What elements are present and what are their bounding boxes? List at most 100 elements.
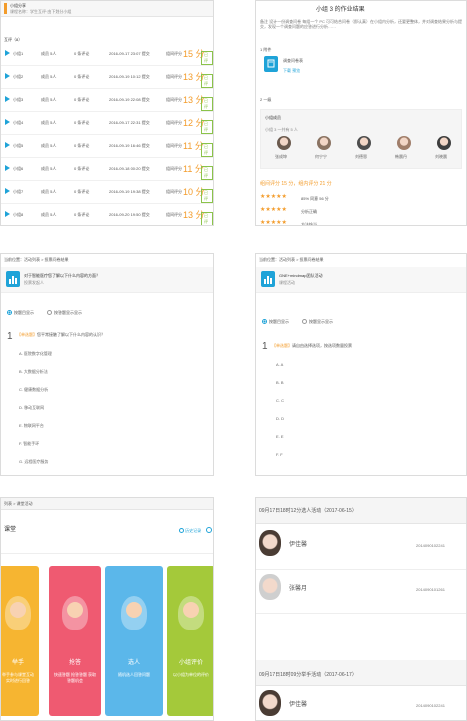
review-button[interactable]: 已评 <box>201 143 213 157</box>
review-button[interactable]: 已评 <box>201 97 213 111</box>
option-item: C. C <box>276 398 284 403</box>
comment-count: 0 条评论 <box>74 51 90 56</box>
expand-icon[interactable] <box>5 73 10 79</box>
review-button[interactable]: 已评 <box>201 51 213 65</box>
card-title: 抢答 <box>68 660 81 666</box>
option-item: A. A <box>276 362 284 367</box>
avatar <box>259 530 281 556</box>
table-row[interactable]: 小组3 成员 5人 0 条评论 2016-09-19 22:08 提交 组间评分 13 分… <box>1 89 213 112</box>
mode-by-question[interactable]: 按题目显示 <box>262 319 289 325</box>
review-button[interactable]: 已评 <box>201 212 213 225</box>
card-desc: 随机选人回答问题 <box>118 672 150 677</box>
card-title: 小组评价 <box>178 660 203 666</box>
group-list-panel: 小组分享 课程名称：学生互评·由下划分小组 互评（8） 小组1 成员 5人 0 条评… <box>0 0 214 226</box>
table-row[interactable]: 小组5 成员 5人 0 条评论 2016-09-19 16:46 提交 组间评分 11 分… <box>1 135 213 158</box>
score-label: 组间评分 <box>166 166 182 171</box>
activity-card[interactable]: 小组评价 以小组为单位的评价 <box>167 566 213 716</box>
members-title: 小组成员 <box>265 115 281 120</box>
submit-date: 2016-09-19 22:08 提交 <box>109 97 150 102</box>
option-item: B. B <box>276 380 284 385</box>
person-name: 伊佳馨 <box>289 702 308 708</box>
file-icon[interactable] <box>264 56 278 72</box>
section-title: 互评（8） <box>4 37 23 42</box>
vote-result-panel-2: 当前位置：活动列表 > 投票问卷结果 GNE+mindmap团队活动 课程活动 … <box>255 253 467 476</box>
list-item[interactable]: 伊佳馨 2014090102241 <box>256 686 466 720</box>
review-button[interactable]: 已评 <box>201 74 213 88</box>
group-name: 小组3 <box>13 97 24 102</box>
member-count: 成员 5人 <box>41 97 57 102</box>
activity-panel: 列表 > 课堂活动 课堂 历史记录 举手 举手参与课堂互动 实时进行回答 抢答 快速答… <box>0 497 214 721</box>
table-row[interactable]: 小组6 成员 5人 0 条评论 2016-09-18 00:20 提交 组间评分 11 分… <box>1 158 213 181</box>
mode-by-question[interactable]: 按题目显示 <box>7 310 34 316</box>
vote-header: GNE+mindmap团队活动 课程活动 <box>256 267 466 293</box>
expand-icon[interactable] <box>5 165 10 171</box>
filter-icon[interactable] <box>206 527 212 533</box>
group-title-2: 09月17日18时09分举手活动（2017-06-17） <box>259 672 357 678</box>
group-header-2: 09月17日18时09分举手活动（2017-06-17） <box>256 660 466 686</box>
activity-card[interactable]: 选人随机选人回答问题 <box>105 566 163 716</box>
person-id: 2014090101261 <box>416 587 445 592</box>
table-row[interactable]: 小组4 成员 5人 0 条评论 2016-09-17 22:31 提交 组间评分 12 分… <box>1 112 213 135</box>
member-count: 成员 5人 <box>41 51 57 56</box>
mode-by-answer[interactable]: 按答题显示显示 <box>47 310 82 316</box>
result-intro: 备注 设计一份调查问卷 每组一个 PC 可可结合问卷（即认真）在小组内分析，还要… <box>260 19 462 29</box>
table-row[interactable]: 小组8 成员 5人 0 条评论 2016-09-20 19:50 提交 组间评分 13 分… <box>1 204 213 225</box>
option-item: F. 智能手环 <box>19 441 40 446</box>
member-name: 何宁宁 <box>315 154 327 159</box>
section-2-label: 2 一级 <box>260 97 272 102</box>
submit-date: 2016-09-19 10:12 提交 <box>109 74 150 79</box>
mode-by-answer[interactable]: 按题显示显示 <box>302 319 333 325</box>
option-item: E. 物联网平台 <box>19 423 44 428</box>
review-button[interactable]: 已评 <box>201 189 213 203</box>
score-label: 组间评分 <box>166 143 182 148</box>
person-id: 2014090102241 <box>416 543 445 548</box>
table-row[interactable]: 小组1 成员 5人 0 条评论 2016-09-17 23:07 提交 组间评分 15 分… <box>1 43 213 66</box>
member-count: 成员 5人 <box>41 166 57 171</box>
group-name: 小组2 <box>13 74 24 79</box>
breadcrumb[interactable]: 当前位置：活动列表 > 投票问卷结果 <box>259 257 324 262</box>
card-title: 选人 <box>127 660 140 666</box>
activity-card[interactable]: 抢答 快速答题 抢答答题 获取答题机会 <box>49 566 101 716</box>
option-item: D. D <box>276 416 284 421</box>
history-link[interactable]: 历史记录 <box>179 528 201 534</box>
question-number: 1 <box>262 341 268 352</box>
score-label: 组间评分 <box>166 74 182 79</box>
table-row[interactable]: 小组7 成员 5人 0 条评论 2016-09-19 19:38 提交 组间评分 10 分… <box>1 181 213 204</box>
review-button[interactable]: 已评 <box>201 120 213 134</box>
table-row[interactable]: 小组2 成员 5人 0 条评论 2016-09-19 10:12 提交 组间评分 13 分… <box>1 66 213 89</box>
star-rating: ★★★★★ <box>260 194 287 200</box>
history-icon <box>179 528 184 534</box>
member-count: 成员 5人 <box>41 189 57 194</box>
vote-subtitle: 投票发起人 <box>24 280 44 285</box>
expand-icon[interactable] <box>5 50 10 56</box>
card-illustration <box>5 596 31 630</box>
expand-icon[interactable] <box>5 96 10 102</box>
activity-card[interactable]: 举手 举手参与课堂互动 实时进行回答 <box>1 566 39 716</box>
card-title: 举手 <box>11 660 24 666</box>
group-name: 小组4 <box>13 120 24 125</box>
file-actions[interactable]: 下载 预览 <box>283 68 300 73</box>
list-item[interactable]: 张馨月 2014090101261 <box>256 570 466 614</box>
breadcrumb[interactable]: 列表 > 课堂活动 <box>4 501 33 506</box>
list-item[interactable]: 伊佳馨 2014090102241 <box>256 526 466 570</box>
breadcrumb[interactable]: 当前位置：活动列表 > 投票问卷结果 <box>4 257 69 262</box>
activity-log-panel: 09月17日18时12分选人活动（2017-06-15） 伊佳馨 20140901… <box>255 497 467 721</box>
avatar <box>277 136 291 150</box>
rating-label: 方法恰当 <box>301 222 317 226</box>
expand-icon[interactable] <box>5 119 10 125</box>
group-name: 小组8 <box>13 212 24 217</box>
avatar <box>437 136 451 150</box>
result-title: 小组 3 的作业结果 <box>316 7 365 13</box>
header-accent <box>4 3 7 14</box>
star-rating: ★★★★★ <box>260 207 287 213</box>
submit-date: 2016-09-17 23:07 提交 <box>109 51 150 56</box>
expand-icon[interactable] <box>5 188 10 194</box>
members-sub: 小组 3 一共有 5 人 <box>265 127 298 132</box>
expand-icon[interactable] <box>5 211 10 217</box>
option-item: G. 远程医疗服务 <box>19 459 49 464</box>
option-item: D. 移动互联网 <box>19 405 45 410</box>
expand-icon[interactable] <box>5 142 10 148</box>
option-item: B. 大数据分析法 <box>19 369 48 374</box>
review-button[interactable]: 已评 <box>201 166 213 180</box>
avatar <box>397 136 411 150</box>
